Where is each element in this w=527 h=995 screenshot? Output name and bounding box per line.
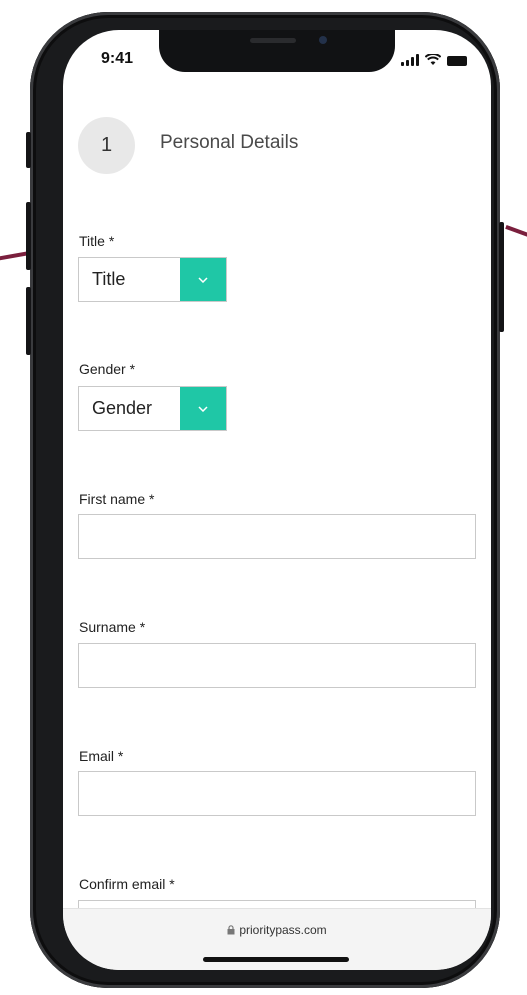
surname-field[interactable] [78, 643, 476, 688]
status-time: 9:41 [101, 50, 134, 67]
speaker-grille [250, 38, 296, 43]
volume-down-button [26, 287, 31, 355]
first-name-label: First name * [79, 491, 155, 507]
surname-label: Surname * [79, 619, 146, 635]
gender-dropdown-button[interactable] [180, 387, 226, 430]
first-name-field[interactable] [78, 514, 476, 559]
email-field[interactable] [78, 771, 476, 816]
mute-switch [26, 132, 31, 168]
title-label: Title * [79, 233, 115, 249]
chevron-down-icon [198, 276, 208, 283]
confirm-email-label: Confirm email * [79, 876, 175, 892]
gender-select-value: Gender [92, 398, 153, 418]
status-icons [401, 52, 467, 66]
gender-select[interactable]: Gender [78, 386, 227, 431]
signal-icon [401, 54, 419, 66]
gender-label: Gender * [79, 361, 136, 377]
home-indicator[interactable] [203, 957, 349, 962]
title-dropdown-button[interactable] [180, 258, 226, 301]
browser-address-bar[interactable]: prioritypass.com [63, 908, 491, 970]
title-select[interactable]: Title [78, 257, 227, 302]
notch [159, 30, 395, 72]
lock-icon [227, 925, 235, 935]
step-number-badge: 1 [78, 117, 135, 174]
url-text: prioritypass.com [239, 923, 327, 937]
front-camera [319, 36, 327, 44]
power-button [499, 222, 504, 332]
url-display[interactable]: prioritypass.com [63, 923, 491, 937]
email-label: Email * [79, 748, 124, 764]
title-select-value: Title [92, 269, 126, 289]
phone-screen: 9:41 1 Personal Details Title * Title Ge… [63, 30, 491, 970]
chevron-down-icon [198, 405, 208, 412]
volume-up-button [26, 202, 31, 270]
battery-icon [447, 56, 467, 66]
decorative-line-right [505, 224, 527, 240]
step-title: Personal Details [160, 132, 299, 153]
wifi-icon [425, 54, 441, 65]
